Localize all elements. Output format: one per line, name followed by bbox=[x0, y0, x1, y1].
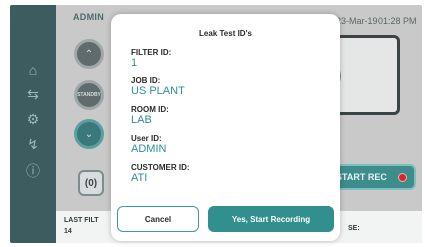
time-readout: 01:28 PM bbox=[378, 16, 417, 26]
cancel-button[interactable]: Cancel bbox=[117, 206, 199, 232]
status-right-label: SE: bbox=[348, 225, 360, 232]
customer-id-value: ATI bbox=[131, 172, 148, 184]
customer-id-label: CUSTOMER ID: bbox=[131, 163, 190, 172]
user-id-label: User ID: bbox=[131, 134, 162, 143]
zero-reset-button[interactable]: (0) bbox=[78, 170, 104, 196]
job-id-label: JOB ID: bbox=[131, 76, 161, 85]
filter-id-value: 1 bbox=[131, 57, 138, 69]
last-filter-value: 14 bbox=[64, 228, 72, 235]
job-id-value: US PLANT bbox=[131, 85, 185, 97]
up-chevron-button[interactable]: ⌃ bbox=[74, 39, 104, 69]
dialog-title: Leak Test ID's bbox=[199, 29, 252, 38]
help-icon[interactable]: ⓘ bbox=[23, 162, 43, 180]
start-recording-confirm-button[interactable]: Yes, Start Recording bbox=[208, 206, 334, 232]
start-rec-label: START REC bbox=[336, 172, 387, 182]
pulse-icon[interactable]: ↯ bbox=[23, 135, 43, 153]
room-id-label: ROOM ID: bbox=[131, 105, 169, 114]
settings-gear-icon[interactable]: ⚙ bbox=[23, 110, 43, 128]
double-chevron-up-icon: ⌃ bbox=[84, 48, 94, 60]
filter-id-label: FILTER ID: bbox=[131, 48, 172, 57]
last-filter-label: LAST FILT bbox=[64, 217, 99, 224]
leak-test-ids-dialog: Leak Test ID's FILTER ID: 1 JOB ID: US P… bbox=[111, 14, 340, 241]
start-recording-button[interactable]: START REC bbox=[328, 164, 416, 190]
chevron-down-icon: ⌄ bbox=[84, 128, 94, 140]
record-dot-icon bbox=[398, 173, 407, 182]
zero-label: (0) bbox=[84, 177, 98, 189]
sidebar: ⌂ ⇆ ⚙ ↯ ⓘ bbox=[10, 5, 56, 243]
user-id-value: ADMIN bbox=[131, 143, 167, 155]
current-user: ADMIN bbox=[73, 12, 104, 22]
room-id-value: LAB bbox=[131, 114, 152, 126]
down-chevron-button[interactable]: ⌄ bbox=[74, 119, 104, 149]
standby-button[interactable]: STANDBY bbox=[74, 80, 104, 110]
transfer-arrows-icon[interactable]: ⇆ bbox=[23, 85, 43, 103]
standby-label: STANDBY bbox=[77, 92, 101, 98]
home-icon[interactable]: ⌂ bbox=[23, 61, 43, 79]
